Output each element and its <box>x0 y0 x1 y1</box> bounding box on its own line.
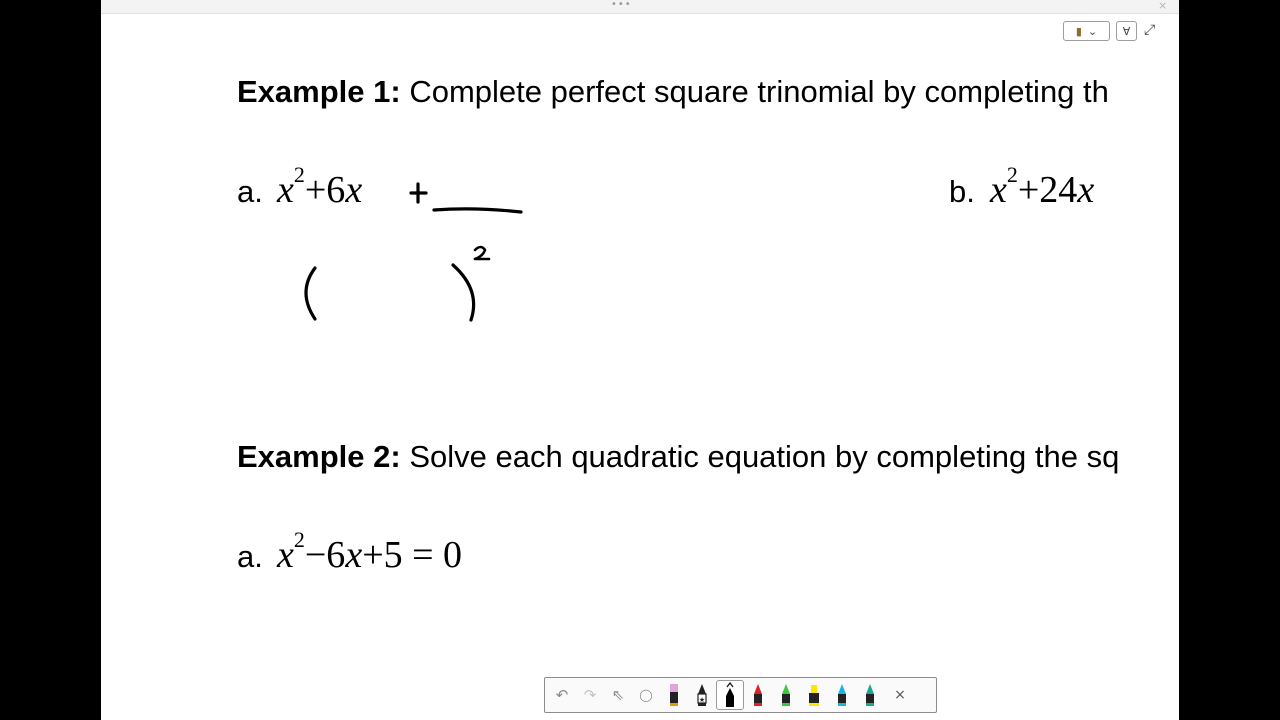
red-pen-svg <box>754 684 762 706</box>
ink-exponent-two <box>473 245 491 261</box>
exponent: 2 <box>293 527 305 552</box>
black-pen-svg <box>726 682 734 707</box>
pen-toolbar: ↶ ↷ ⇖ ◯ ★ × <box>544 677 937 713</box>
ink-right-paren <box>451 263 476 322</box>
example2-a-label: a. <box>237 539 263 574</box>
example2-text: Solve each quadratic equation by complet… <box>409 439 1120 474</box>
ink-left-paren <box>304 266 317 321</box>
yellow-highlighter-svg <box>809 685 819 706</box>
exponent: 2 <box>1006 162 1018 187</box>
expr-term: +6 <box>304 169 346 211</box>
undo-icon[interactable]: ↶ <box>548 680 576 710</box>
chevron-down-icon: ⌄ <box>1087 24 1098 38</box>
pen-cyan-icon[interactable] <box>828 680 856 710</box>
example1-a-expression: x2+6x <box>277 164 363 211</box>
teal-pen-svg <box>866 684 874 706</box>
pink-pen-svg <box>670 684 678 706</box>
example2-a-expression: x2−6x+5 = 0 <box>277 529 463 576</box>
close-toolbar-icon[interactable]: × <box>886 680 914 710</box>
green-pen-svg <box>782 684 790 706</box>
var-x: x <box>1077 169 1095 211</box>
window-close-icon[interactable]: × <box>1158 0 1167 12</box>
ink-blank-line <box>432 207 523 214</box>
var-x: x <box>345 169 363 211</box>
notebook-page[interactable]: ••• × ▮ ⌄ ∀ ⤢ Example 1: Complete perfec… <box>101 0 1179 720</box>
redo-icon[interactable]: ↷ <box>576 680 604 710</box>
pen-teal-icon[interactable] <box>856 680 884 710</box>
expand-icon[interactable]: ⤢ <box>1144 22 1155 38</box>
notebook-icon: ▮ <box>1075 24 1082 38</box>
example1-b-expression: x2+24x <box>990 164 1095 211</box>
expr-term: −6 <box>304 534 346 576</box>
pen-black-icon[interactable] <box>716 680 744 710</box>
select-pointer-icon[interactable]: ⇖ <box>604 680 632 710</box>
example1-label: Example 1: <box>237 74 401 109</box>
highlighter-yellow-icon[interactable] <box>800 680 828 710</box>
star-pen-svg: ★ <box>697 684 707 706</box>
pen-star-icon[interactable]: ★ <box>688 680 716 710</box>
example1-heading: Example 1: Complete perfect square trino… <box>237 74 1109 110</box>
window-title-bar: ••• × <box>101 0 1179 14</box>
var-x: x <box>277 169 294 211</box>
example1-a-label: a. <box>237 174 263 209</box>
expr-term: +24 <box>1017 169 1078 211</box>
cyan-pen-svg <box>838 684 846 706</box>
var-x: x <box>277 534 294 576</box>
drag-grip-icon[interactable]: ••• <box>611 0 632 10</box>
exponent: 2 <box>293 162 305 187</box>
pen-red-icon[interactable] <box>744 680 772 710</box>
ink-plus-sign <box>409 182 428 204</box>
expr-term: +5 = 0 <box>362 534 463 576</box>
notebook-selector-button[interactable]: ▮ ⌄ <box>1063 21 1110 41</box>
pen-green-icon[interactable] <box>772 680 800 710</box>
filter-button[interactable]: ∀ <box>1116 21 1137 41</box>
example2-label: Example 2: <box>237 439 401 474</box>
example1-text: Complete perfect square trinomial by com… <box>409 74 1109 109</box>
filter-icon: ∀ <box>1122 24 1131 38</box>
var-x: x <box>990 169 1007 211</box>
var-x: x <box>345 534 363 576</box>
svg-text:★: ★ <box>699 696 705 704</box>
example2-heading: Example 2: Solve each quadratic equation… <box>237 439 1119 475</box>
lasso-icon[interactable]: ◯ <box>632 680 660 710</box>
pen-pink-icon[interactable] <box>660 680 688 710</box>
example1-b-label: b. <box>949 174 975 209</box>
